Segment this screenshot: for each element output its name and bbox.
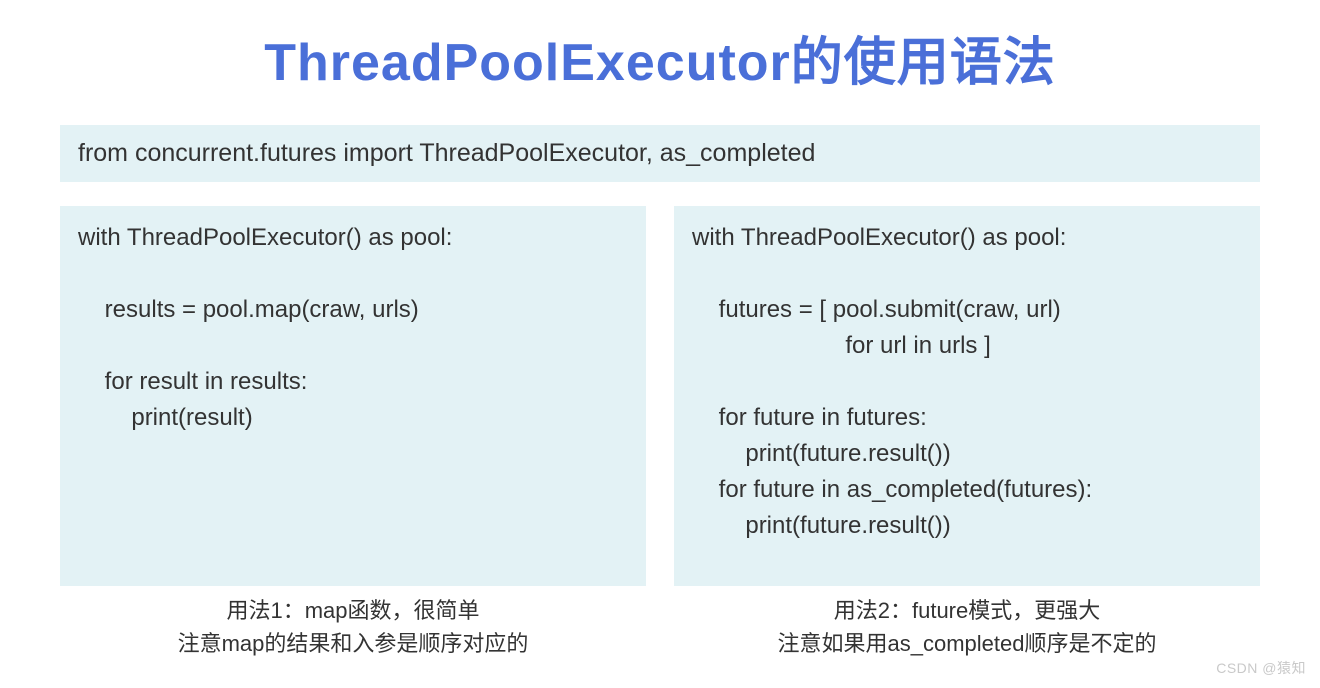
caption-left: 用法1：map函数，很简单 注意map的结果和入参是顺序对应的	[60, 594, 646, 660]
code-line: futures = [ pool.submit(craw, url)	[692, 292, 1242, 328]
code-line	[78, 328, 628, 364]
code-line: print(result)	[78, 400, 628, 436]
caption-left-line2: 注意map的结果和入参是顺序对应的	[60, 627, 646, 660]
code-line	[692, 256, 1242, 292]
code-line: results = pool.map(craw, urls)	[78, 292, 628, 328]
code-line	[78, 256, 628, 292]
code-line: for future in as_completed(futures):	[692, 472, 1242, 508]
code-line: for result in results:	[78, 364, 628, 400]
code-line: for future in futures:	[692, 400, 1242, 436]
caption-right-line2: 注意如果用as_completed顺序是不定的	[674, 627, 1260, 660]
import-statement-box: from concurrent.futures import ThreadPoo…	[60, 125, 1260, 182]
watermark-text: CSDN @猿知	[1216, 658, 1306, 678]
caption-right: 用法2：future模式，更强大 注意如果用as_completed顺序是不定的	[674, 594, 1260, 660]
document-container: ThreadPoolExecutor的使用语法 from concurrent.…	[0, 0, 1320, 660]
code-box-right: with ThreadPoolExecutor() as pool: futur…	[674, 206, 1260, 586]
caption-row: 用法1：map函数，很简单 注意map的结果和入参是顺序对应的 用法2：futu…	[60, 594, 1260, 660]
import-statement-text: from concurrent.futures import ThreadPoo…	[78, 139, 815, 167]
page-title: ThreadPoolExecutor的使用语法	[60, 20, 1260, 95]
code-line: with ThreadPoolExecutor() as pool:	[78, 220, 628, 256]
caption-right-line1: 用法2：future模式，更强大	[674, 594, 1260, 627]
code-columns: with ThreadPoolExecutor() as pool: resul…	[60, 206, 1260, 586]
code-line: with ThreadPoolExecutor() as pool:	[692, 220, 1242, 256]
code-box-left: with ThreadPoolExecutor() as pool: resul…	[60, 206, 646, 586]
caption-left-line1: 用法1：map函数，很简单	[60, 594, 646, 627]
code-line: for url in urls ]	[692, 328, 1242, 364]
code-line: print(future.result())	[692, 436, 1242, 472]
code-line	[692, 364, 1242, 400]
code-line: print(future.result())	[692, 508, 1242, 544]
